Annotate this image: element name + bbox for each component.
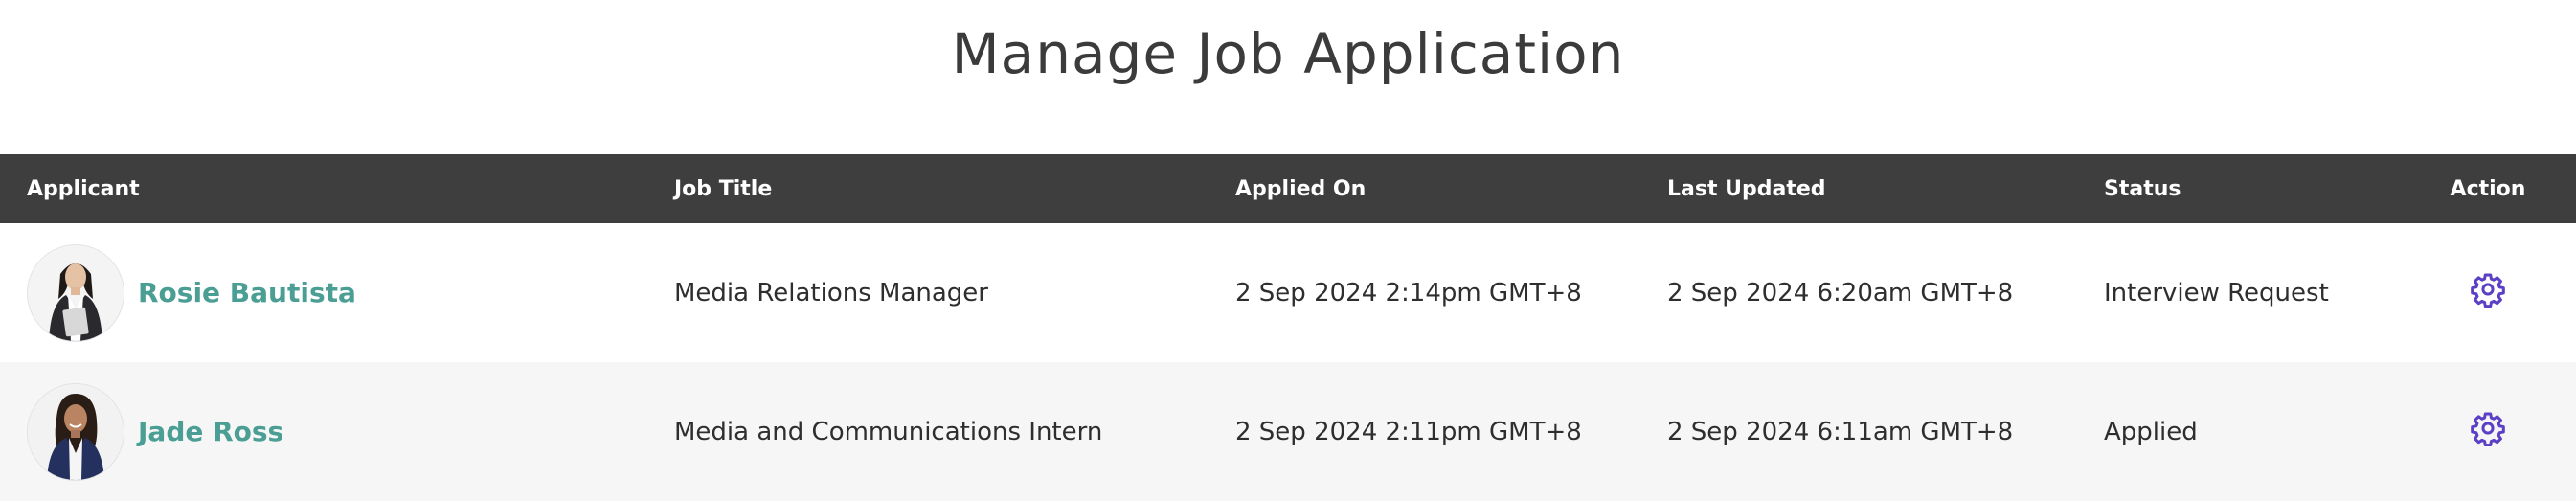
applicant-name-link[interactable]: Jade Ross <box>138 416 283 447</box>
header-action: Action <box>2450 176 2526 201</box>
applied-on-cell: 2 Sep 2024 2:11pm GMT+8 <box>1235 417 1582 446</box>
header-last-updated[interactable]: Last Updated <box>1640 154 2077 223</box>
header-applicant[interactable]: Applicant <box>0 154 647 223</box>
status-cell: Interview Request <box>2104 278 2329 308</box>
applicant: Jade Ross <box>27 382 647 481</box>
status-cell: Applied <box>2104 417 2198 446</box>
job-applications-page: Manage Job Application Applicant Job Tit… <box>0 0 2576 502</box>
avatar[interactable] <box>27 382 124 481</box>
avatar[interactable] <box>27 243 124 342</box>
last-updated-cell: 2 Sep 2024 6:11am GMT+8 <box>1667 417 2014 446</box>
applicant: Rosie Bautista <box>27 243 647 342</box>
page-title: Manage Job Application <box>951 21 1625 86</box>
applied-on-cell: 2 Sep 2024 2:14pm GMT+8 <box>1235 278 1582 308</box>
header-status[interactable]: Status <box>2077 154 2400 223</box>
applicant-photo <box>28 383 124 480</box>
applicant-cell: Jade Ross <box>0 362 647 501</box>
table-row[interactable]: Rosie Bautista Media Relations Manager 2… <box>0 223 2576 362</box>
table-header-row: Applicant Job Title Applied On Last Upda… <box>0 154 2576 223</box>
applicant-photo <box>28 244 124 341</box>
header-job-title[interactable]: Job Title <box>647 154 1209 223</box>
table-row[interactable]: Jade Ross Media and Communications Inter… <box>0 362 2576 501</box>
gear-icon[interactable] <box>2470 271 2506 308</box>
applicant-cell: Rosie Bautista <box>0 223 647 362</box>
applicant-name-link[interactable]: Rosie Bautista <box>138 277 356 308</box>
table-header: Applicant Job Title Applied On Last Upda… <box>0 154 2576 223</box>
gear-icon[interactable] <box>2470 410 2506 446</box>
applications-table: Applicant Job Title Applied On Last Upda… <box>0 154 2576 501</box>
last-updated-cell: 2 Sep 2024 6:20am GMT+8 <box>1667 278 2014 308</box>
job-title-cell: Media Relations Manager <box>674 278 988 308</box>
action-cell <box>2400 223 2576 362</box>
action-cell <box>2400 362 2576 501</box>
job-title-cell: Media and Communications Intern <box>674 417 1103 446</box>
header-applied-on[interactable]: Applied On <box>1209 154 1640 223</box>
